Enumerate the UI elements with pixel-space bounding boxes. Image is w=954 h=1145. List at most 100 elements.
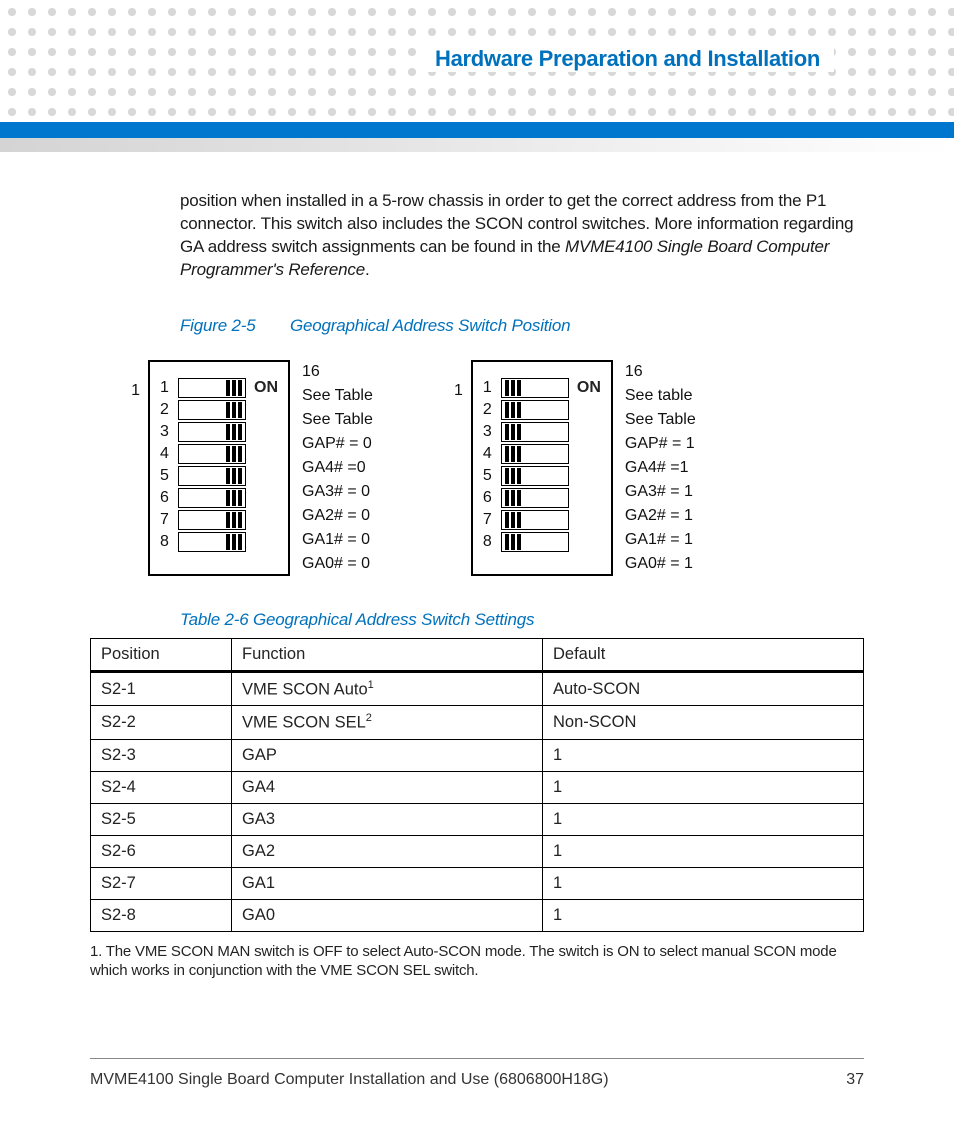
- cell-default: 1: [543, 835, 864, 867]
- dip-signal-label: GA1# = 1: [625, 528, 696, 552]
- dip-signal-label: GA0# = 1: [625, 552, 696, 576]
- dip-row: 2: [160, 400, 278, 420]
- dip-switch-handle-icon: [225, 380, 243, 396]
- dip-slot: [178, 466, 246, 486]
- chapter-title: Hardware Preparation and Installation: [421, 46, 834, 72]
- table-row: S2-7 GA1 1: [91, 867, 864, 899]
- dip-switch-handle-icon: [225, 468, 243, 484]
- dip-switch-handle-icon: [504, 380, 522, 396]
- dip-row: 2: [483, 400, 601, 420]
- cell-position: S2-2: [91, 706, 232, 740]
- dip-signal-label: GA3# = 1: [625, 480, 696, 504]
- dip-right-box: 1 ON 2 3 4 5 6 7 8: [471, 360, 613, 576]
- dip-switch-handle-icon: [504, 468, 522, 484]
- dip-on-label: ON: [254, 379, 278, 397]
- dip-slot: [178, 400, 246, 420]
- cell-position: S2-4: [91, 771, 232, 803]
- dip-switch-handle-icon: [504, 402, 522, 418]
- dip-row: 7: [160, 510, 278, 530]
- dip-slot: [178, 510, 246, 530]
- table-footnote: 1. The VME SCON MAN switch is OFF to sel…: [90, 942, 864, 981]
- dip-slot: [178, 532, 246, 552]
- cell-function: GAP: [232, 739, 543, 771]
- dip-position-number: 2: [483, 401, 501, 419]
- dip-row: 8: [483, 532, 601, 552]
- dip-slot: [501, 378, 569, 398]
- dip-row: 4: [160, 444, 278, 464]
- dip-row: 5: [160, 466, 278, 486]
- figure-caption: Figure 2-5 Geographical Address Switch P…: [180, 316, 864, 336]
- switch-settings-table: Position Function Default S2-1 VME SCON …: [90, 638, 864, 932]
- page-footer: MVME4100 Single Board Computer Installat…: [90, 1058, 864, 1089]
- dip-row: 6: [483, 488, 601, 508]
- dip-switch-handle-icon: [225, 534, 243, 550]
- dip-row: 7: [483, 510, 601, 530]
- cell-function: GA1: [232, 867, 543, 899]
- dip-row: 4: [483, 444, 601, 464]
- dip-slot: [178, 422, 246, 442]
- dip-left-signals: 16See TableSee TableGAP# = 0GA4# =0GA3# …: [290, 360, 373, 576]
- table-row: S2-6 GA2 1: [91, 835, 864, 867]
- cell-function: GA4: [232, 771, 543, 803]
- dip-position-number: 6: [483, 489, 501, 507]
- dip-position-number: 8: [160, 533, 178, 551]
- dip-switch-handle-icon: [225, 446, 243, 462]
- table-row: S2-1 VME SCON Auto1 Auto-SCON: [91, 671, 864, 706]
- dip-signal-label: See Table: [302, 408, 373, 432]
- cell-position: S2-6: [91, 835, 232, 867]
- table-row: S2-5 GA3 1: [91, 803, 864, 835]
- figure-number: Figure 2-5: [180, 316, 255, 336]
- dip-position-number: 3: [160, 423, 178, 441]
- dip-signal-label: GA3# = 0: [302, 480, 373, 504]
- cell-function: GA2: [232, 835, 543, 867]
- cell-position: S2-8: [91, 899, 232, 931]
- dip-row: 5: [483, 466, 601, 486]
- cell-position: S2-1: [91, 671, 232, 706]
- dip-position-number: 6: [160, 489, 178, 507]
- dip-switch-handle-icon: [504, 424, 522, 440]
- dip-diagram-right: 1 1 ON 2 3 4 5 6 7: [433, 360, 696, 576]
- dip-position-number: 1: [483, 379, 501, 397]
- dip-right-lead: 1: [433, 360, 471, 576]
- cell-position: S2-7: [91, 867, 232, 899]
- dip-slot: [178, 488, 246, 508]
- dip-position-number: 3: [483, 423, 501, 441]
- figure-diagrams: 1 1 ON 2 3 4 5 6 7: [110, 360, 864, 576]
- cell-function: GA0: [232, 899, 543, 931]
- dip-signal-label: See Table: [302, 384, 373, 408]
- dip-switch-handle-icon: [225, 490, 243, 506]
- dip-signal-label: GA1# = 0: [302, 528, 373, 552]
- cell-default: 1: [543, 739, 864, 771]
- dip-row: 3: [483, 422, 601, 442]
- dip-signal-label: See table: [625, 384, 696, 408]
- dip-slot: [501, 444, 569, 464]
- dip-top16: 16: [302, 360, 373, 384]
- dip-signal-label: See Table: [625, 408, 696, 432]
- cell-default: Auto-SCON: [543, 671, 864, 706]
- dip-switch-handle-icon: [504, 512, 522, 528]
- cell-function: VME SCON SEL2: [232, 706, 543, 740]
- footer-document-title: MVME4100 Single Board Computer Installat…: [90, 1071, 609, 1089]
- dip-signal-label: GAP# = 1: [625, 432, 696, 456]
- cell-default: 1: [543, 899, 864, 931]
- dip-slot: [178, 378, 246, 398]
- dip-switch-handle-icon: [504, 490, 522, 506]
- dip-signal-label: GA4# =1: [625, 456, 696, 480]
- dip-position-number: 2: [160, 401, 178, 419]
- dip-position-number: 5: [160, 467, 178, 485]
- dip-slot: [501, 488, 569, 508]
- table-caption: Table 2-6 Geographical Address Switch Se…: [180, 610, 864, 630]
- dip-signal-label: GAP# = 0: [302, 432, 373, 456]
- dip-position-number: 4: [160, 445, 178, 463]
- table-header-row: Position Function Default: [91, 638, 864, 671]
- footer-page-number: 37: [846, 1071, 864, 1089]
- dip-switch-handle-icon: [504, 534, 522, 550]
- table-row: S2-4 GA4 1: [91, 771, 864, 803]
- dip-row: 1 ON: [483, 378, 601, 398]
- header-shadow: [0, 138, 954, 152]
- table-row: S2-3 GAP 1: [91, 739, 864, 771]
- dip-slot: [178, 444, 246, 464]
- table-header-position: Position: [91, 638, 232, 671]
- dip-row: 1 ON: [160, 378, 278, 398]
- dip-top16: 16: [625, 360, 696, 384]
